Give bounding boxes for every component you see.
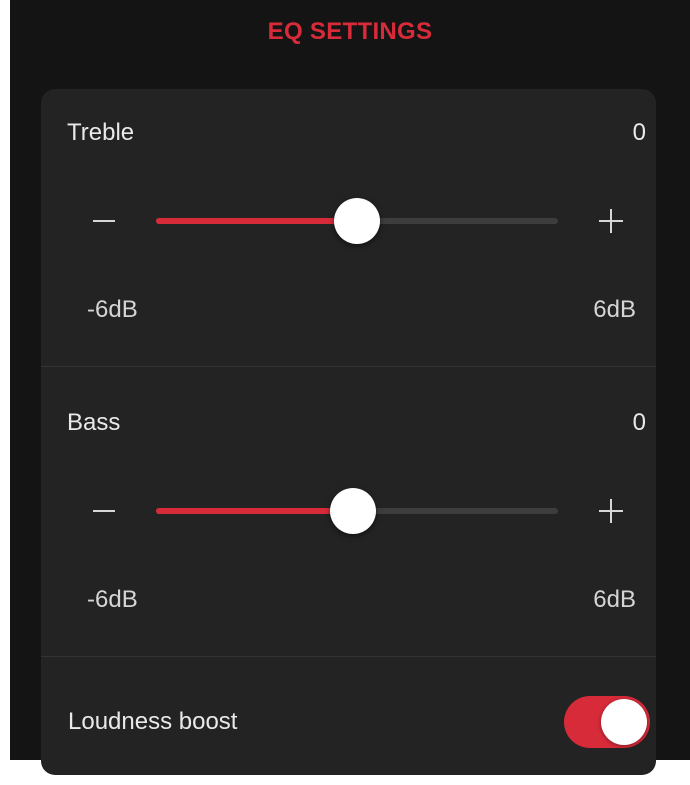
treble-slider-thumb[interactable]: [334, 198, 380, 244]
bass-value: 0: [632, 409, 646, 436]
treble-section: Treble 0 -6dB 6dB: [41, 89, 656, 379]
treble-slider-fill: [156, 218, 357, 224]
bass-increase-plus-icon[interactable]: [599, 499, 623, 523]
bass-min-label: -6dB: [87, 586, 138, 613]
bass-max-label: 6dB: [593, 586, 636, 613]
loudness-boost-toggle[interactable]: [564, 696, 650, 748]
bass-slider[interactable]: [156, 488, 558, 534]
eq-settings-screen: EQ SETTINGS Treble 0 -6dB 6dB Bass 0 -6d…: [10, 0, 690, 775]
eq-settings-card: Treble 0 -6dB 6dB Bass 0 -6dB 6dB Loudne…: [41, 89, 656, 775]
treble-min-label: -6dB: [87, 296, 138, 323]
treble-slider[interactable]: [156, 198, 558, 244]
toggle-knob[interactable]: [601, 699, 647, 745]
bass-slider-fill: [156, 508, 353, 514]
treble-label: Treble: [67, 119, 135, 146]
loudness-boost-label: Loudness boost: [68, 708, 238, 735]
treble-value: 0: [632, 119, 646, 146]
treble-increase-plus-icon[interactable]: [599, 209, 623, 233]
bass-slider-thumb[interactable]: [329, 488, 376, 534]
bass-section: Bass 0 -6dB 6dB: [41, 379, 656, 669]
divider: [41, 366, 656, 367]
bass-label: Bass: [67, 409, 121, 436]
treble-decrease-minus-icon[interactable]: [93, 220, 115, 222]
page-title: EQ SETTINGS: [267, 18, 433, 45]
bass-decrease-minus-icon[interactable]: [93, 510, 115, 512]
treble-max-label: 6dB: [593, 296, 636, 323]
divider: [41, 656, 656, 657]
